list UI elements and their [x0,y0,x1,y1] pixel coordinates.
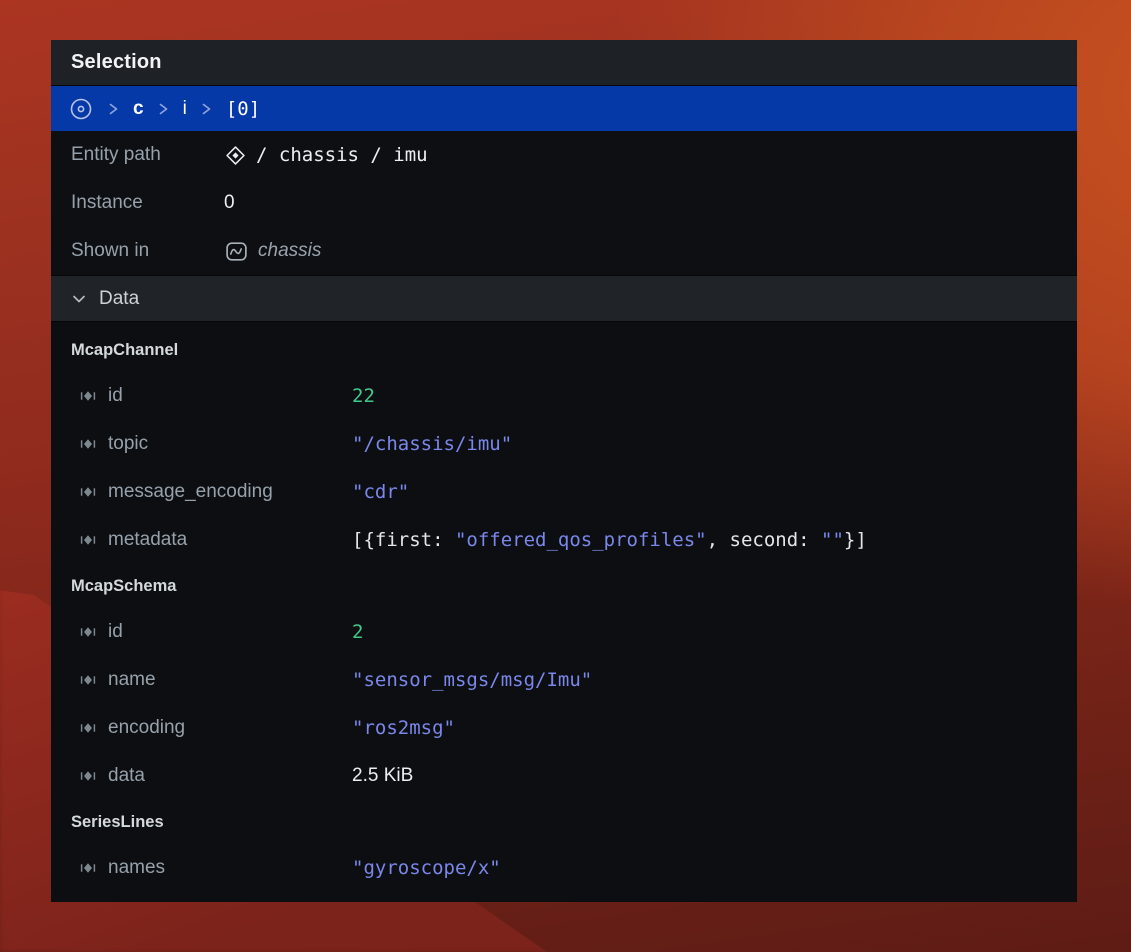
instance-label: Instance [71,192,224,214]
metadata-suffix: }] [844,529,867,551]
shown-in-view-link[interactable]: chassis [224,239,321,264]
component-icon [79,483,97,501]
component-icon [79,767,97,785]
field-label: id [108,385,352,407]
instance-value: 0 [224,192,235,214]
archetype-label-serieslines: SeriesLines [51,800,1077,844]
field-row-message-encoding[interactable]: message_encoding "cdr" [51,468,1077,516]
component-icon [79,531,97,549]
field-row-metadata[interactable]: metadata [{first: "offered_qos_profiles"… [51,516,1077,564]
metadata-mid: , second: [707,529,821,551]
field-row-name[interactable]: name "sensor_msgs/msg/Imu" [51,656,1077,704]
field-row-id[interactable]: id 2 [51,608,1077,656]
metadata-first-string: "offered_qos_profiles" [455,529,707,551]
component-icon [79,623,97,641]
selection-info: Entity path / chassis / imu Instance 0 S… [51,131,1077,276]
chevron-right-icon [200,101,213,117]
component-icon [79,859,97,877]
field-label: metadata [108,529,352,551]
instance-row: Instance 0 [51,179,1077,227]
field-value: "gyroscope/x" [352,857,501,879]
field-label: topic [108,433,352,455]
field-value: "/chassis/imu" [352,433,512,455]
archetype-label-mcapchannel: McapChannel [51,328,1077,372]
metadata-prefix: [{first: [352,529,455,551]
entity-path-value: / chassis / imu [256,144,428,166]
field-value: 22 [352,385,375,407]
field-label: data [108,765,352,787]
entity-path-link[interactable]: / chassis / imu [224,144,428,167]
field-value: "cdr" [352,481,409,503]
field-row-data[interactable]: data 2.5 KiB [51,752,1077,800]
breadcrumb-item-chassis[interactable]: c [133,98,144,120]
metadata-second-string: "" [821,529,844,551]
component-icon [79,387,97,405]
field-label: name [108,669,352,691]
shown-in-view-name: chassis [258,240,321,262]
timeseries-view-icon [224,239,249,264]
entity-diamond-icon [224,144,247,167]
data-content: McapChannel id 22 topic "/chassis/imu" m… [51,322,1077,902]
field-label: id [108,621,352,643]
entity-path-label: Entity path [71,144,224,166]
field-value: 2.5 KiB [352,765,413,787]
data-section-title: Data [99,288,139,310]
field-label: message_encoding [108,481,352,503]
field-value-metadata: [{first: "offered_qos_profiles", second:… [352,529,867,551]
field-row-id[interactable]: id 22 [51,372,1077,420]
breadcrumb-item-imu[interactable]: i [183,98,187,120]
component-icon [79,719,97,737]
component-icon [79,671,97,689]
entity-circle-icon[interactable] [68,96,94,122]
panel-header: Selection [51,40,1077,85]
field-value: 2 [352,621,363,643]
breadcrumb-item-instance[interactable]: [0] [226,98,260,120]
field-label: encoding [108,717,352,739]
field-value: "ros2msg" [352,717,455,739]
component-icon [79,435,97,453]
field-value: "sensor_msgs/msg/Imu" [352,669,592,691]
breadcrumb: c i [0] [51,85,1077,131]
archetype-label-mcapschema: McapSchema [51,564,1077,608]
data-section-header[interactable]: Data [51,276,1077,322]
chevron-right-icon [157,101,170,117]
field-label: names [108,857,352,879]
chevron-right-icon [107,101,120,117]
shown-in-row: Shown in chassis [51,227,1077,275]
entity-path-row: Entity path / chassis / imu [51,131,1077,179]
field-row-encoding[interactable]: encoding "ros2msg" [51,704,1077,752]
shown-in-label: Shown in [71,240,224,262]
field-row-names[interactable]: names "gyroscope/x" [51,844,1077,892]
panel-title: Selection [71,51,162,74]
field-row-topic[interactable]: topic "/chassis/imu" [51,420,1077,468]
chevron-down-icon [71,291,87,307]
selection-panel: Selection c i [0] Entity path [51,40,1077,902]
